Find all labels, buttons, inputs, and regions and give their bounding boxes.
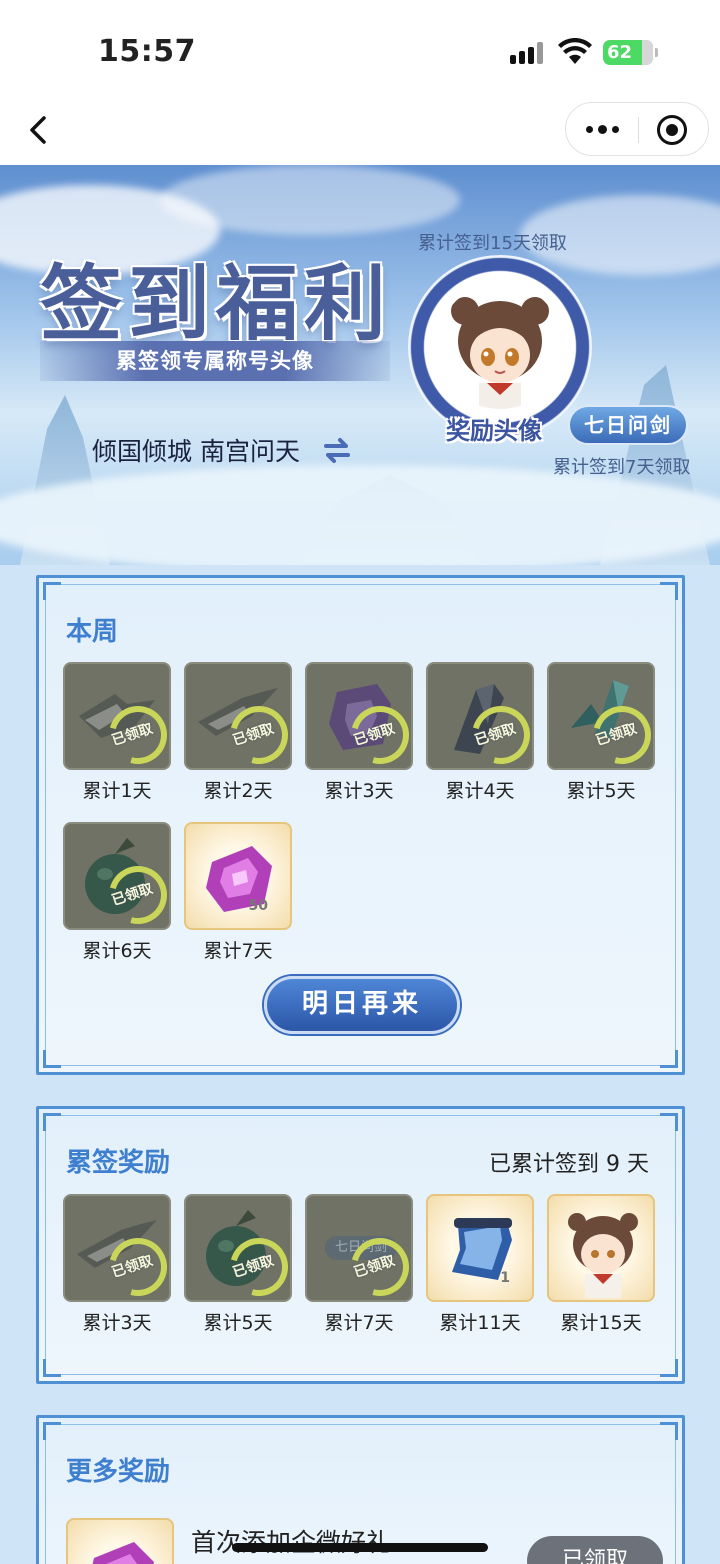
panel-title: 更多奖励 bbox=[66, 1457, 171, 1487]
more-rewards-panel: 更多奖励 首次添加企微好礼 已领取 bbox=[36, 1415, 685, 1564]
more-reward-title: 首次添加企微好礼 bbox=[191, 1523, 391, 1559]
reward-caption: 累计11天 bbox=[439, 1312, 521, 1334]
come-back-tomorrow-button[interactable]: 明日再来 bbox=[264, 976, 460, 1034]
reward-caption: 累计5天 bbox=[566, 780, 636, 802]
reward-icon bbox=[547, 1194, 655, 1302]
reward-day-7[interactable]: 50 累计7天 bbox=[184, 822, 292, 963]
swap-icon[interactable] bbox=[322, 435, 352, 465]
reward-icon: 1 bbox=[426, 1194, 534, 1302]
reward-quantity: 1 bbox=[500, 1270, 510, 1286]
cumulative-reward-11[interactable]: 1 累计11天 bbox=[426, 1194, 534, 1335]
home-indicator bbox=[232, 1543, 488, 1552]
avatar-icon bbox=[568, 1213, 638, 1298]
user-names: 倾国倾城 南宫问天 bbox=[92, 437, 300, 466]
reward-day-1[interactable]: 已领取 累计1天 bbox=[63, 662, 171, 803]
reward-caption: 累计3天 bbox=[82, 1312, 152, 1334]
reward-icon: 已领取 bbox=[63, 822, 171, 930]
badge-caption: 累计签到7天领取 bbox=[553, 457, 691, 478]
more-reward-icon bbox=[66, 1518, 174, 1564]
battery-icon: 62 bbox=[603, 40, 658, 65]
reward-icon: 已领取 bbox=[63, 662, 171, 770]
reward-day-2[interactable]: 已领取 累计2天 bbox=[184, 662, 292, 803]
reward-caption: 累计1天 bbox=[82, 780, 152, 802]
back-icon[interactable] bbox=[20, 110, 60, 150]
banner-subtitle: 累签领专属称号头像 bbox=[116, 349, 314, 373]
avatar-label: 奖励头像 bbox=[446, 417, 542, 445]
more-icon[interactable] bbox=[582, 113, 622, 145]
reward-caption: 累计5天 bbox=[203, 1312, 273, 1334]
reward-day-6[interactable]: 已领取 累计6天 bbox=[63, 822, 171, 963]
reward-caption: 累计7天 bbox=[324, 1312, 394, 1334]
reward-icon: 已领取 bbox=[305, 662, 413, 770]
title-badge: 七日问剑 bbox=[568, 405, 688, 445]
cumulative-rewards-panel: 累签奖励 已累计签到 9 天 已领取 累计3天 已领取 累计5天 七日问剑 已领… bbox=[36, 1106, 685, 1384]
reward-icon: 已领取 bbox=[426, 662, 534, 770]
cumulative-reward-15[interactable]: 累计15天 bbox=[547, 1194, 655, 1335]
cumulative-reward-5[interactable]: 已领取 累计5天 bbox=[184, 1194, 292, 1335]
reward-icon: 已领取 bbox=[63, 1194, 171, 1302]
reward-caption: 累计4天 bbox=[445, 780, 515, 802]
reward-icon: 已领取 bbox=[184, 662, 292, 770]
nav-bar bbox=[0, 100, 720, 165]
wifi-icon bbox=[558, 38, 592, 64]
purple-gem-icon bbox=[92, 1542, 154, 1564]
panel-title: 累签奖励 bbox=[66, 1148, 171, 1178]
reward-icon: 已领取 bbox=[184, 1194, 292, 1302]
scroll-icon bbox=[452, 1218, 512, 1280]
reward-caption: 累计15天 bbox=[560, 1312, 642, 1334]
reward-day-4[interactable]: 已领取 累计4天 bbox=[426, 662, 534, 803]
mini-program-capsule bbox=[565, 102, 709, 156]
purple-gem-icon bbox=[206, 846, 272, 912]
reward-avatar bbox=[437, 283, 563, 409]
cumulative-reward-3[interactable]: 已领取 累计3天 bbox=[63, 1194, 171, 1335]
reward-day-5[interactable]: 已领取 累计5天 bbox=[547, 662, 655, 803]
reward-caption: 累计3天 bbox=[324, 780, 394, 802]
weekly-signin-panel: 本周 已领取 累计1天 已领取 累计2天 已领取 累计3天 已领取 累计4天 已… bbox=[36, 575, 685, 1075]
reward-icon: 50 bbox=[184, 822, 292, 930]
cumulative-reward-7[interactable]: 七日问剑 已领取 累计7天 bbox=[305, 1194, 413, 1335]
reward-quantity: 50 bbox=[248, 898, 268, 914]
reward-icon: 已领取 bbox=[547, 662, 655, 770]
close-icon[interactable] bbox=[657, 115, 687, 145]
panel-title: 本周 bbox=[66, 617, 119, 647]
status-bar: 15:57 62 bbox=[0, 0, 720, 100]
reward-icon: 七日问剑 已领取 bbox=[305, 1194, 413, 1302]
reward-caption: 累计2天 bbox=[203, 780, 273, 802]
claimed-button[interactable]: 已领取 bbox=[527, 1536, 663, 1564]
banner: 签到福利 累签领专属称号头像 倾国倾城 南宫问天 累计签到15天领取 奖励头像 … bbox=[0, 165, 720, 565]
banner-title: 签到福利 bbox=[40, 256, 393, 352]
reward-caption: 累计6天 bbox=[82, 940, 152, 962]
signin-count: 已累计签到 9 天 bbox=[489, 1152, 649, 1177]
avatar-caption: 累计签到15天领取 bbox=[418, 233, 567, 254]
battery-level: 62 bbox=[607, 42, 633, 63]
signal-icon bbox=[510, 42, 546, 64]
reward-caption: 累计7天 bbox=[203, 940, 273, 962]
status-time: 15:57 bbox=[98, 34, 196, 69]
reward-day-3[interactable]: 已领取 累计3天 bbox=[305, 662, 413, 803]
